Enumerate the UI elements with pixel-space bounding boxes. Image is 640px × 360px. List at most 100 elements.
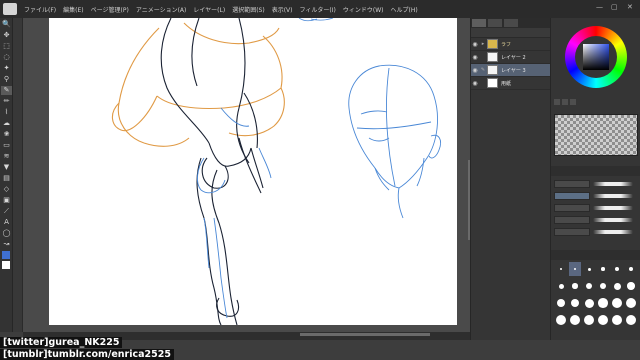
pen-icon[interactable]: ✎ [1, 86, 12, 95]
main-color-swatch[interactable] [2, 251, 10, 259]
brush-preset-row[interactable] [551, 214, 640, 226]
menu-view[interactable]: 表示(V) [272, 5, 293, 14]
brush-size-option[interactable] [583, 279, 595, 293]
eye-icon[interactable]: ◉ [471, 54, 479, 61]
airbrush-icon[interactable]: ☁ [1, 119, 12, 128]
tab-layer[interactable] [472, 19, 486, 27]
eyedropper-icon[interactable]: ⚲ [1, 75, 12, 84]
ruler-icon[interactable]: ⟋ [1, 207, 12, 216]
brush-size-option[interactable] [625, 279, 637, 293]
wand-icon[interactable]: ✦ [1, 64, 12, 73]
layer-row-layer-2[interactable]: ◉ レイヤー 2 [471, 51, 550, 64]
menu-page[interactable]: ページ管理(P) [91, 5, 129, 14]
decoration-icon[interactable]: ❀ [1, 130, 12, 139]
color-set-button[interactable] [570, 99, 576, 105]
close-button[interactable]: ✕ [627, 3, 633, 11]
brush-size-option[interactable] [583, 262, 595, 276]
brush-size-option[interactable] [569, 279, 581, 293]
brush-preset-row[interactable] [551, 190, 640, 202]
eye-icon[interactable]: ◉ [471, 80, 479, 87]
brush-size-option[interactable] [611, 296, 623, 310]
eraser-icon[interactable]: ▭ [1, 141, 12, 150]
tab-property[interactable] [488, 19, 502, 27]
text-icon[interactable]: A [1, 218, 12, 227]
brush-size-dot [628, 266, 634, 272]
tab-navigator[interactable] [504, 19, 518, 27]
brush-size-option[interactable] [625, 296, 637, 310]
brush-size-dot [599, 282, 607, 290]
layer-row-paper[interactable]: ◉ 用紙 [471, 77, 550, 90]
blend-icon[interactable]: ≋ [1, 152, 12, 161]
brush-size-option[interactable] [597, 279, 609, 293]
brush-size-option[interactable] [625, 262, 637, 276]
move-icon[interactable]: ✥ [1, 31, 12, 40]
brush-size-option[interactable] [597, 262, 609, 276]
brush-size-option[interactable] [583, 313, 595, 327]
brush-size-dot [584, 315, 594, 325]
sub-color-swatch[interactable] [2, 261, 10, 269]
sketch-drawing [111, 18, 442, 325]
color-mode-button[interactable] [554, 99, 560, 105]
figure-icon[interactable]: ◇ [1, 185, 12, 194]
pen-icon: ✎ [480, 67, 486, 73]
brush-size-option[interactable] [597, 313, 609, 327]
brush-size-option[interactable] [611, 279, 623, 293]
brush-size-option[interactable] [569, 296, 581, 310]
eye-icon[interactable]: ◉ [471, 41, 479, 48]
lasso-icon[interactable]: ◌ [1, 53, 12, 62]
menu-window[interactable]: ウィンドウ(W) [343, 5, 384, 14]
brush-size-option[interactable] [555, 296, 567, 310]
brush-size-option[interactable] [555, 279, 567, 293]
menu-help[interactable]: ヘルプ(H) [390, 5, 417, 14]
menu-edit[interactable]: 編集(E) [63, 5, 83, 14]
brush-size-option[interactable] [583, 296, 595, 310]
brush-preset-row[interactable] [551, 226, 640, 238]
brush-size-option[interactable] [597, 296, 609, 310]
menu-layer[interactable]: レイヤー(L) [193, 5, 225, 14]
brush-size-header [551, 250, 640, 260]
brush-size-option[interactable] [611, 313, 623, 327]
brush-size-option[interactable] [555, 262, 567, 276]
brush-preset-row[interactable] [551, 178, 640, 190]
brush-preset-name [554, 180, 590, 188]
menu-select[interactable]: 選択範囲(S) [232, 5, 265, 14]
fill-icon[interactable]: ▼ [1, 163, 12, 172]
canvas[interactable] [49, 18, 457, 325]
brush-icon[interactable]: ⌇ [1, 108, 12, 117]
brush-size-dot [612, 298, 622, 308]
brush-size-option[interactable] [569, 262, 581, 276]
frame-icon[interactable]: ▣ [1, 196, 12, 205]
menu-filter[interactable]: フィルター(I) [300, 5, 336, 14]
minimize-button[interactable]: — [596, 3, 603, 11]
layer-name: レイヤー 3 [501, 67, 526, 74]
menu-file[interactable]: ファイル(F) [24, 5, 56, 14]
brush-size-option[interactable] [611, 262, 623, 276]
select-icon[interactable]: ⬚ [1, 42, 12, 51]
layer-row-rough-folder[interactable]: ◉ ▸ ラフ [471, 38, 550, 51]
maximize-button[interactable]: ▢ [611, 3, 618, 11]
layer-thumbnail [487, 78, 498, 88]
brush-size-dot [584, 298, 594, 308]
color-history-button[interactable] [562, 99, 568, 105]
layer-row-layer-3[interactable]: ◉ ✎ レイヤー 3 [471, 64, 550, 77]
horizontal-scrollbar[interactable] [300, 333, 430, 336]
line-correction-icon[interactable]: ↝ [1, 240, 12, 249]
pencil-icon[interactable]: ✏ [1, 97, 12, 106]
balloon-icon[interactable]: ◯ [1, 229, 12, 238]
eye-icon[interactable]: ◉ [471, 67, 479, 74]
folder-icon: ▸ [481, 41, 485, 47]
brush-size-option[interactable] [569, 313, 581, 327]
material-palette[interactable] [554, 114, 638, 156]
top-scribble [298, 18, 334, 22]
brush-size-option[interactable] [625, 313, 637, 327]
menu-animation[interactable]: アニメーション(A) [136, 5, 187, 14]
sub-tool-strip [13, 18, 23, 332]
menu-bar: ファイル(F) 編集(E) ページ管理(P) アニメーション(A) レイヤー(L… [0, 0, 640, 18]
brush-size-option[interactable] [555, 313, 567, 327]
layer-toolbar [471, 28, 550, 38]
zoom-icon[interactable]: 🔍 [1, 20, 12, 29]
gradient-icon[interactable]: ▤ [1, 174, 12, 183]
layer-thumbnail [487, 65, 498, 75]
brush-preset-row[interactable] [551, 202, 640, 214]
saturation-value-square[interactable] [583, 44, 609, 70]
